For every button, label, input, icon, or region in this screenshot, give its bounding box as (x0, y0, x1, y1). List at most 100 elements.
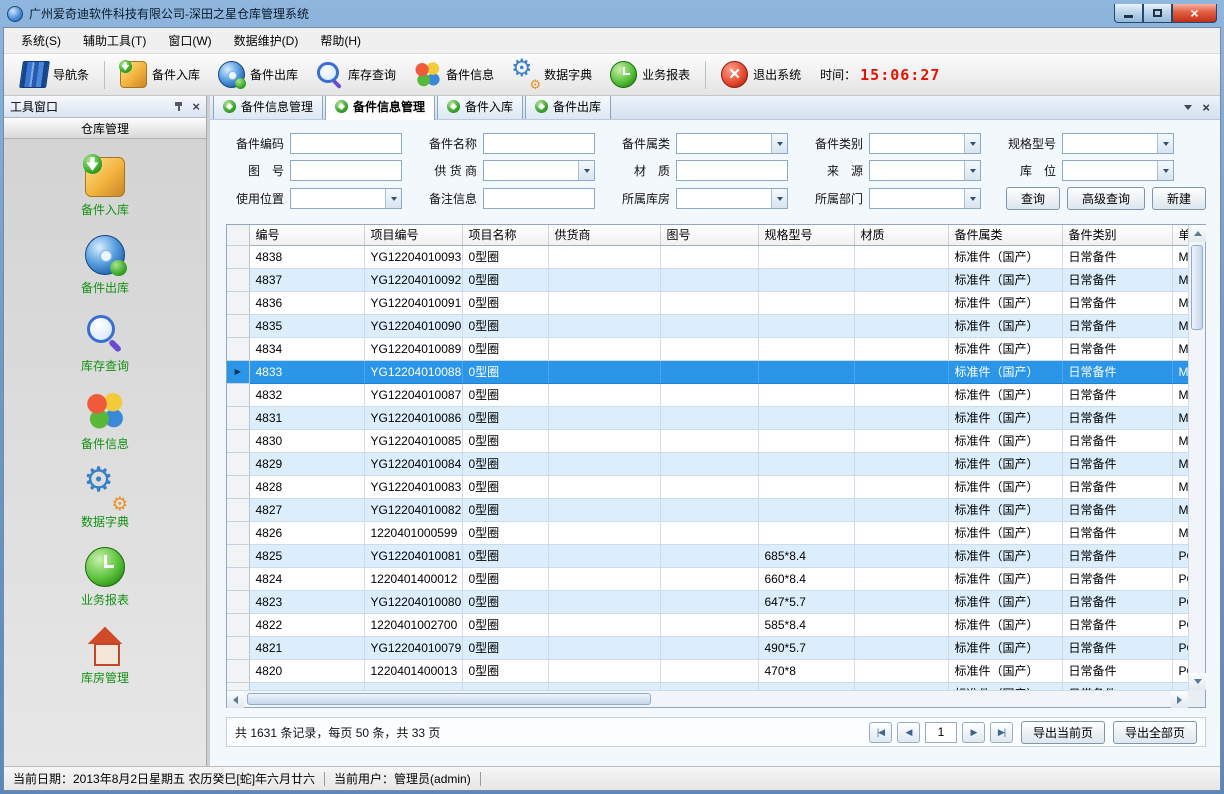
combo-source[interactable] (869, 160, 981, 181)
table-row[interactable]: 4836YG122040100910型圈标准件（国产）日常备件M (227, 291, 1188, 314)
row-selector[interactable] (227, 452, 249, 475)
vertical-scroll-thumb[interactable] (1191, 245, 1203, 330)
row-selector[interactable] (227, 682, 249, 690)
table-row[interactable]: 4830YG122040100850型圈标准件（国产）日常备件M (227, 429, 1188, 452)
scroll-down-icon[interactable] (1189, 673, 1206, 690)
last-page-button[interactable]: ▶| (990, 722, 1013, 743)
menu-item-0[interactable]: 系统(S) (10, 28, 72, 53)
toolbar-button-stock-query[interactable]: 库存查询 (307, 57, 405, 92)
toolbar-button-exit-system[interactable]: 退出系统 (712, 57, 810, 92)
combo-warehouse[interactable] (676, 188, 788, 209)
row-selector[interactable] (227, 659, 249, 682)
table-row[interactable]: 4832YG122040100870型圈标准件（国产）日常备件M (227, 383, 1188, 406)
column-header[interactable]: 备件类别 (1062, 225, 1172, 245)
table-row[interactable]: 4825YG122040100810型圈685*8.4标准件（国产）日常备件PC (227, 544, 1188, 567)
scroll-left-icon[interactable] (227, 691, 244, 708)
table-row[interactable]: 4838YG122040100930型圈标准件（国产）日常备件M (227, 245, 1188, 268)
combo-location[interactable] (1062, 160, 1174, 181)
row-selector[interactable] (227, 429, 249, 452)
query-button[interactable]: 查询 (1006, 187, 1060, 210)
table-row[interactable]: 4835YG122040100900型圈标准件（国产）日常备件M (227, 314, 1188, 337)
toolbar-button-parts-in[interactable]: 备件入库 (111, 57, 209, 92)
row-selector[interactable] (227, 567, 249, 590)
table-row[interactable]: 4829YG122040100840型圈标准件（国产）日常备件M (227, 452, 1188, 475)
horizontal-scrollbar[interactable] (227, 690, 1188, 707)
menu-item-3[interactable]: 数据维护(D) (223, 28, 310, 53)
table-row[interactable]: 482412204014000120型圈660*8.4标准件（国产）日常备件PC (227, 567, 1188, 590)
scroll-right-icon[interactable] (1171, 691, 1188, 708)
row-selector[interactable] (227, 268, 249, 291)
input-part-name[interactable] (483, 133, 595, 154)
prev-page-button[interactable]: ◀ (897, 722, 920, 743)
column-header[interactable]: 项目名称 (462, 225, 548, 245)
sidebar-item-business-report[interactable]: 业务报表 (67, 543, 143, 612)
first-page-button[interactable]: |◀ (869, 722, 892, 743)
table-row[interactable]: 4834YG122040100890型圈标准件（国产）日常备件M (227, 337, 1188, 360)
row-selector[interactable] (227, 521, 249, 544)
row-selector[interactable] (227, 245, 249, 268)
tab-parts-in[interactable]: 备件入库 (437, 96, 523, 119)
input-remark[interactable] (483, 188, 595, 209)
sidebar-item-warehouse-mgmt[interactable]: 库房管理 (67, 621, 143, 690)
column-header[interactable]: 单位 (1172, 225, 1188, 245)
sidebar-item-parts-in[interactable]: 备件入库 (67, 153, 143, 222)
new-button[interactable]: 新建 (1152, 187, 1206, 210)
tab-parts-info-mgmt-2[interactable]: 备件信息管理 (325, 96, 435, 120)
chevron-down-icon[interactable] (964, 189, 980, 208)
input-material[interactable] (676, 160, 788, 181)
menu-item-2[interactable]: 窗口(W) (157, 28, 222, 53)
chevron-down-icon[interactable] (1157, 161, 1173, 180)
close-button[interactable] (1172, 4, 1217, 23)
sidebar-item-parts-out[interactable]: 备件出库 (67, 231, 143, 300)
combo-part-category[interactable] (676, 133, 788, 154)
tab-parts-out[interactable]: 备件出库 (525, 96, 611, 119)
combo-spec-model[interactable] (1062, 133, 1174, 154)
input-part-code[interactable] (290, 133, 402, 154)
toolbar-button-data-dict[interactable]: 数据字典 (503, 57, 601, 92)
sidebar-item-stock-query[interactable]: 库存查询 (67, 309, 143, 378)
pin-icon[interactable] (173, 101, 184, 112)
column-header[interactable]: 规格型号 (758, 225, 854, 245)
toolbar-button-parts-info[interactable]: 备件信息 (405, 57, 503, 92)
table-row[interactable]: 4837YG122040100920型圈标准件（国产）日常备件M (227, 268, 1188, 291)
combo-part-type[interactable] (869, 133, 981, 154)
advanced-query-button[interactable]: 高级查询 (1067, 187, 1145, 210)
next-page-button[interactable]: ▶ (962, 722, 985, 743)
row-selector[interactable] (227, 314, 249, 337)
row-selector[interactable] (227, 291, 249, 314)
page-number-input[interactable] (925, 722, 957, 743)
sidebar-item-parts-info[interactable]: 备件信息 (67, 387, 143, 456)
chevron-down-icon[interactable] (964, 161, 980, 180)
row-selector[interactable] (227, 337, 249, 360)
row-selector[interactable]: ▶ (227, 360, 249, 383)
column-header[interactable]: 图号 (660, 225, 758, 245)
chevron-down-icon[interactable] (1157, 134, 1173, 153)
tab-close-icon[interactable] (1202, 101, 1210, 114)
table-row[interactable]: ▶4833YG122040100880型圈标准件（国产）日常备件M (227, 360, 1188, 383)
table-row[interactable]: 4828YG122040100830型圈标准件（国产）日常备件M (227, 475, 1188, 498)
toolbar-button-nav-bar[interactable]: 导航条 (12, 57, 98, 92)
combo-department[interactable] (869, 188, 981, 209)
row-selector[interactable] (227, 498, 249, 521)
toolbar-button-parts-out[interactable]: 备件出库 (209, 57, 307, 92)
row-selector[interactable] (227, 590, 249, 613)
combo-supplier[interactable] (483, 160, 595, 181)
input-drawing-no[interactable] (290, 160, 402, 181)
menu-item-4[interactable]: 帮助(H) (309, 28, 372, 53)
column-header[interactable]: 项目编号 (364, 225, 462, 245)
menu-item-1[interactable]: 辅助工具(T) (72, 28, 157, 53)
minimize-button[interactable] (1114, 4, 1143, 23)
chevron-down-icon[interactable] (771, 134, 787, 153)
sidebar-item-data-dict[interactable]: 数据字典 (67, 465, 143, 534)
tab-list-dropdown-icon[interactable] (1184, 105, 1192, 110)
table-row[interactable]: 标准件（国产）日常备件 (227, 682, 1188, 690)
column-header[interactable]: 编号 (249, 225, 364, 245)
table-row[interactable]: 4831YG122040100860型圈标准件（国产）日常备件M (227, 406, 1188, 429)
tab-parts-info-mgmt-1[interactable]: 备件信息管理 (213, 96, 323, 119)
column-header[interactable]: 备件属类 (948, 225, 1062, 245)
column-header[interactable]: 供货商 (548, 225, 660, 245)
export-current-page-button[interactable]: 导出当前页 (1021, 721, 1105, 744)
scroll-up-icon[interactable] (1189, 225, 1206, 242)
chevron-down-icon[interactable] (578, 161, 594, 180)
row-selector[interactable] (227, 475, 249, 498)
